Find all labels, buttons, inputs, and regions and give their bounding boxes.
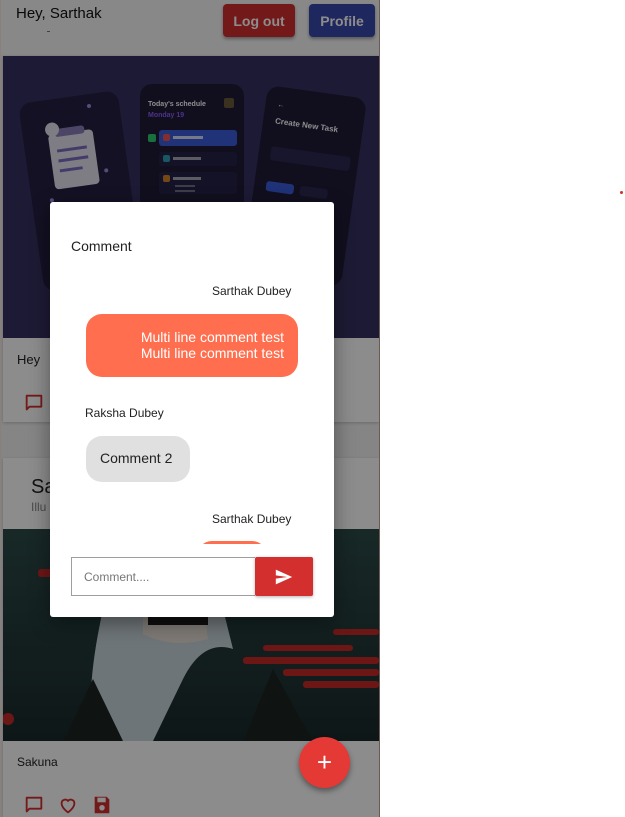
dialog-title: Comment [71,238,132,254]
comment-input[interactable] [71,557,255,596]
send-button[interactable] [255,557,313,596]
comment-text: Comment 2 [100,450,173,466]
comment-text-line: Multi line comment test [140,329,284,345]
comment-author: Sarthak Dubey [212,512,292,526]
stray-dot [620,191,623,194]
send-icon [275,569,293,584]
comment-text-line: Multi line comment test [140,345,284,361]
add-post-button[interactable]: + [299,737,350,788]
comment-list[interactable]: Sarthak Dubey Multi line comment test Mu… [71,276,319,544]
comment-bubble: Comment 2 [86,436,190,482]
app-screen: Hey, Sarthak Log out Profile Today's sch… [0,0,380,817]
comment-author: Sarthak Dubey [212,284,292,298]
comment-dialog: Comment Sarthak Dubey Multi line comment… [50,202,334,617]
comment-bubble: Multi line comment test Multi line comme… [86,314,298,377]
comment-author: Raksha Dubey [85,406,164,420]
comment-bubble [197,541,267,544]
comment-composer [71,557,313,596]
